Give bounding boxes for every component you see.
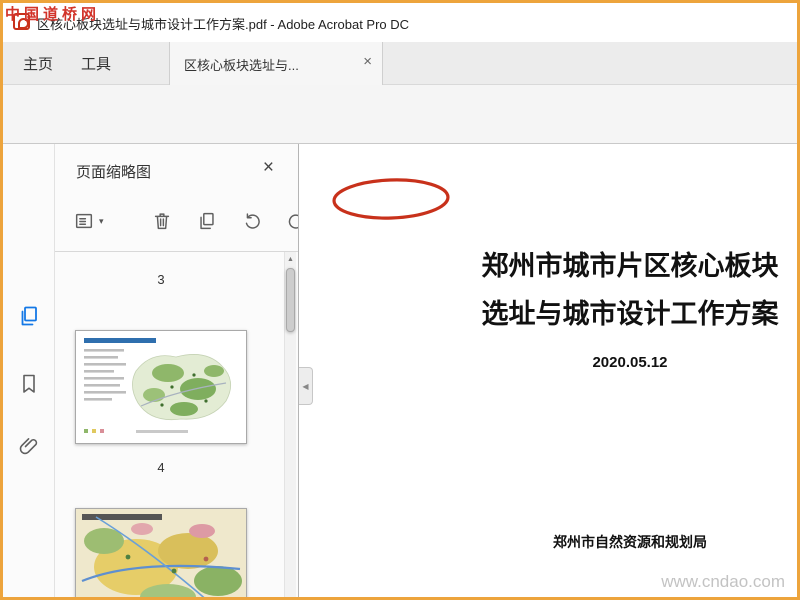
panel-collapse-handle[interactable]: ◀	[299, 367, 313, 405]
tab-bar: 主页 工具 区核心板块选址与... ×	[3, 42, 797, 85]
document-text-block: 郑州市城市片区核心板块 选址与城市设计工作方案 2020.05.12 郑州市自然…	[465, 144, 795, 597]
site-watermark-top: 中国道桥网	[5, 6, 101, 23]
thumbnail-options-caret-icon: ▾	[99, 216, 104, 226]
page4-thumbnail[interactable]	[75, 330, 247, 444]
document-page[interactable]: 郑州市城市片区核心板块 选址与城市设计工作方案 2020.05.12 郑州市自然…	[300, 144, 797, 597]
collapse-left-icon: ◀	[302, 381, 309, 391]
main-toolbar: 1 / 11 ▾ •••	[3, 85, 797, 220]
scroll-up-icon[interactable]: ▲	[285, 252, 296, 263]
document-tab-label: 区核心板块选址与...	[184, 58, 299, 73]
attachments-icon[interactable]	[15, 432, 43, 460]
panel-title: 页面缩略图	[76, 164, 152, 181]
document-author: 郑州市自然资源和规划局	[553, 534, 707, 550]
page5-thumbnail[interactable]	[75, 508, 247, 597]
thumbnail-scrollbar[interactable]: ▲	[284, 252, 296, 597]
panel-close-icon[interactable]: ×	[263, 157, 274, 179]
title-bar: 区核心板块选址与城市设计工作方案.pdf - Adobe Acrobat Pro…	[3, 3, 797, 42]
navigation-rail	[3, 144, 55, 597]
insert-pages-icon[interactable]	[192, 206, 222, 236]
site-watermark-bottom: www.cndao.com	[661, 572, 785, 591]
panel-divider	[55, 251, 298, 252]
thumbnail-options-icon[interactable]	[69, 206, 99, 236]
bookmarks-icon[interactable]	[15, 370, 43, 398]
document-date: 2020.05.12	[592, 354, 668, 371]
delete-pages-icon[interactable]	[147, 206, 177, 236]
acrobat-window: 区核心板块选址与城市设计工作方案.pdf - Adobe Acrobat Pro…	[0, 0, 800, 600]
page3-label: 3	[157, 272, 165, 287]
page-thumbnails-panel: 页面缩略图 × ▾ ▲ 3 4	[55, 144, 299, 597]
page4-label: 4	[157, 460, 165, 475]
tab-home[interactable]: 主页	[9, 42, 67, 85]
rotate-right-icon[interactable]	[281, 206, 298, 236]
tab-document[interactable]: 区核心板块选址与... ×	[169, 42, 383, 85]
close-tab-icon[interactable]: ×	[363, 53, 372, 70]
page-thumbnails-icon[interactable]	[15, 302, 43, 330]
document-title-line2: 选址与城市设计工作方案	[481, 299, 779, 329]
tab-tools[interactable]: 工具	[67, 42, 125, 85]
rotate-left-icon[interactable]	[237, 206, 267, 236]
scrollbar-thumb[interactable]	[286, 268, 295, 332]
document-title-line1: 郑州市城市片区核心板块	[481, 251, 779, 281]
